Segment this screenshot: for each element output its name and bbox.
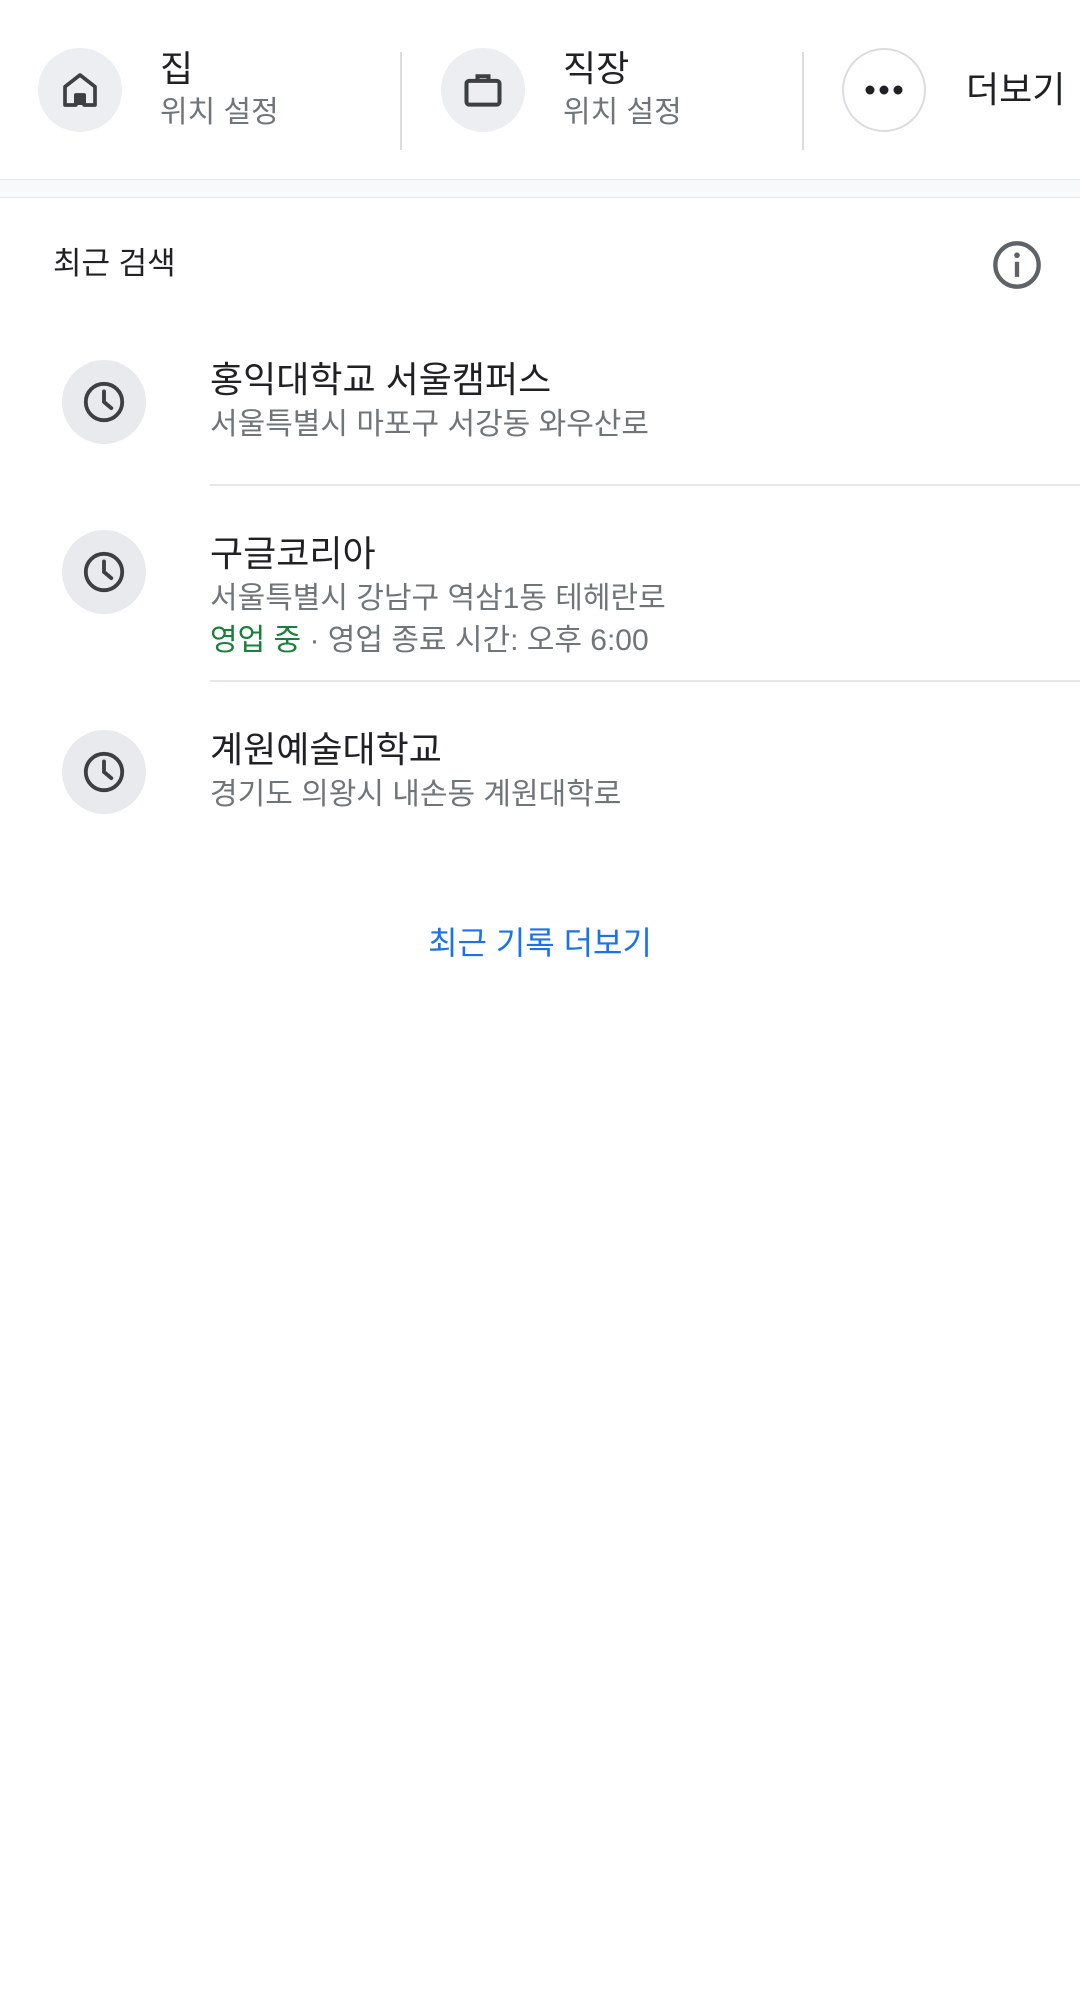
more-horiz-icon	[842, 47, 926, 132]
more-shortcut-title: 더보기	[966, 68, 1066, 110]
history-clock-icon	[62, 360, 146, 444]
home-icon	[38, 47, 122, 132]
history-clock-icon	[62, 530, 146, 614]
recent-searches-header: 최근 검색	[0, 198, 1080, 318]
recent-item-title: 구글코리아	[210, 533, 376, 574]
saved-places-bar: 집 위치 설정 직장 위치 설정 더보기	[0, 0, 1080, 180]
more-history-link[interactable]: 최근 기록 더보기	[0, 918, 1080, 964]
recent-item[interactable]: 계원예술대학교 경기도 의왕시 내손동 계원대학로	[0, 684, 1080, 854]
work-shortcut[interactable]: 직장 위치 설정	[441, 0, 682, 179]
home-shortcut-subtitle: 위치 설정	[160, 95, 279, 129]
recent-item-address: 서울특별시 강남구 역삼1동 테헤란로	[210, 582, 666, 615]
work-shortcut-subtitle: 위치 설정	[563, 95, 682, 129]
open-status: 영업 중	[210, 624, 302, 657]
recent-searches-title: 최근 검색	[53, 246, 176, 281]
info-icon[interactable]	[991, 239, 1043, 291]
section-divider-band	[0, 180, 1080, 198]
recent-item[interactable]: 홍익대학교 서울캠퍼스 서울특별시 마포구 서강동 와우산로	[0, 318, 1080, 488]
more-shortcut[interactable]: 더보기	[842, 0, 1065, 179]
recent-item-title: 홍익대학교 서울캠퍼스	[210, 359, 552, 400]
briefcase-icon	[441, 47, 525, 132]
home-shortcut-title: 집	[160, 47, 194, 89]
home-shortcut[interactable]: 집 위치 설정	[38, 0, 279, 179]
shortcut-divider	[802, 52, 804, 150]
work-shortcut-title: 직장	[563, 47, 630, 89]
recent-item[interactable]: 구글코리아 서울특별시 강남구 역삼1동 테헤란로 영업 중 · 영업 종료 시…	[0, 488, 1080, 684]
recent-item-address: 서울특별시 마포구 서강동 와우산로	[210, 408, 650, 441]
history-clock-icon	[62, 730, 146, 814]
recent-item-hours: 영업 중 · 영업 종료 시간: 오후 6:00	[210, 620, 1080, 662]
recent-item-address: 경기도 의왕시 내손동 계원대학로	[210, 778, 622, 811]
closing-time: · 영업 종료 시간: 오후 6:00	[301, 624, 649, 657]
shortcut-divider	[400, 52, 402, 150]
list-divider	[210, 484, 1080, 486]
recent-item-title: 계원예술대학교	[210, 729, 442, 770]
list-divider	[210, 680, 1080, 682]
